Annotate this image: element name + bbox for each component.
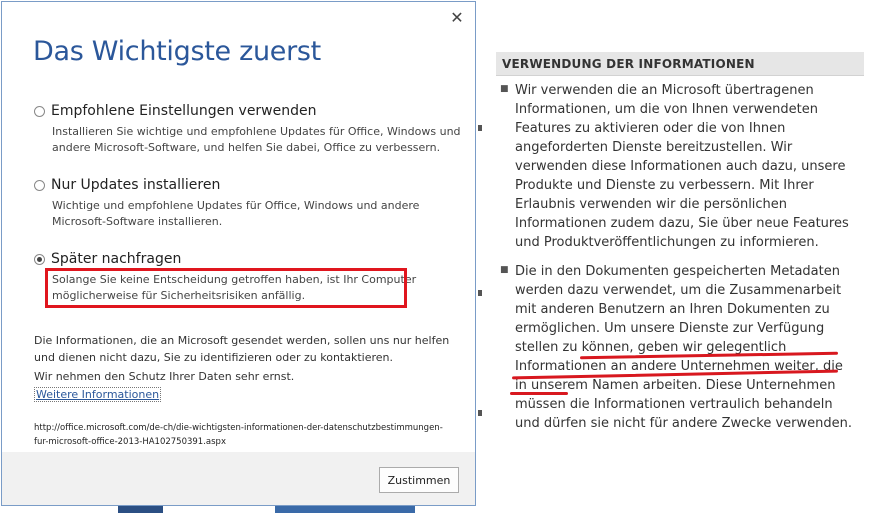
red-underline-annotation — [510, 392, 568, 395]
information-usage-list: ■ Wir verwenden die an Microsoft übertra… — [500, 81, 856, 443]
dialog-title: Das Wichtigste zuerst — [33, 36, 321, 67]
first-things-first-dialog: ✕ Das Wichtigste zuerst Empfohlene Einst… — [1, 1, 476, 506]
agree-button[interactable]: Zustimmen — [379, 467, 459, 493]
option-label: Später nachfragen — [51, 251, 182, 267]
privacy-info-paragraph: Die Informationen, die an Microsoft gese… — [34, 334, 450, 364]
close-icon[interactable]: ✕ — [447, 8, 467, 28]
list-item-text: Die in den Dokumenten gespeicherten Meta… — [515, 264, 852, 431]
option-description: Installieren Sie wichtige und empfohlene… — [52, 125, 461, 154]
option-label: Empfohlene Einstellungen verwenden — [51, 103, 317, 119]
background-window-fragment — [478, 410, 482, 416]
bullet-icon: ■ — [500, 84, 509, 94]
bullet-icon: ■ — [500, 265, 509, 275]
option-updates-only[interactable]: Nur Updates installieren Wichtige und em… — [34, 177, 472, 230]
red-highlight-annotation — [45, 268, 407, 308]
list-item: ■ Wir verwenden die an Microsoft übertra… — [500, 81, 856, 252]
privacy-info-paragraph: Wir nehmen den Schutz Ihrer Daten sehr e… — [34, 370, 295, 383]
privacy-url: http://office.microsoft.com/de-ch/die-wi… — [34, 423, 443, 447]
background-window-fragment — [478, 125, 482, 131]
radio-recommended-settings[interactable] — [34, 105, 45, 117]
privacy-info-text: Die Informationen, die an Microsoft gese… — [34, 332, 454, 385]
background-window-fragment — [478, 290, 482, 296]
option-description: Wichtige und empfohlene Updates für Offi… — [52, 199, 420, 228]
background-window-fragment — [275, 505, 415, 513]
radio-ask-later[interactable] — [34, 253, 45, 265]
list-item: ■ Die in den Dokumenten gespeicherten Me… — [500, 262, 856, 433]
list-item-text: Wir verwenden die an Microsoft übertrage… — [515, 83, 849, 250]
radio-updates-only[interactable] — [34, 179, 45, 191]
panel-header: VERWENDUNG DER INFORMATIONEN — [496, 52, 864, 76]
dialog-footer: Zustimmen — [2, 452, 475, 505]
more-information-link[interactable]: Weitere Informationen — [34, 387, 162, 402]
option-label: Nur Updates installieren — [51, 177, 221, 193]
option-recommended-settings[interactable]: Empfohlene Einstellungen verwenden Insta… — [34, 103, 472, 156]
